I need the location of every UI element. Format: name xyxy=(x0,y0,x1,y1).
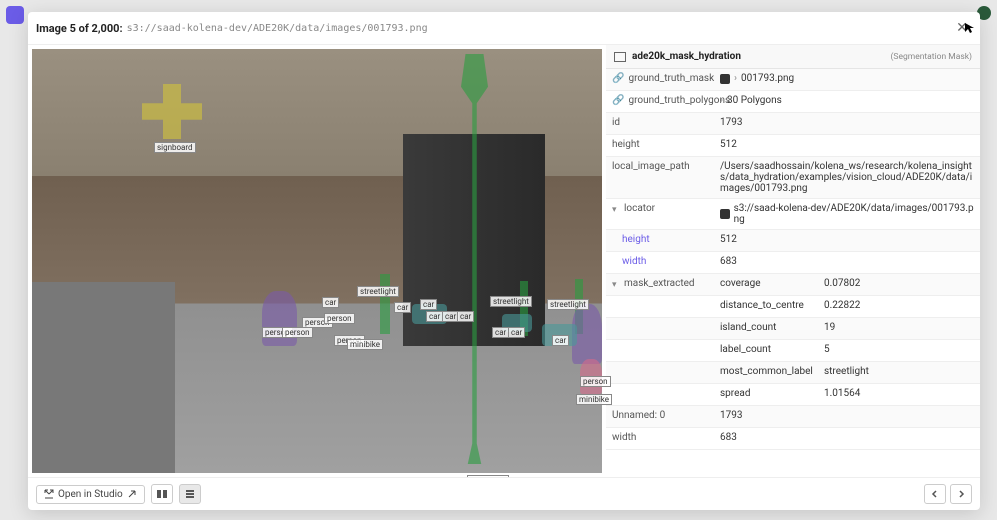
modal-footer: Open in Studio xyxy=(28,477,980,510)
ann-person-4: person xyxy=(324,313,355,324)
prev-button[interactable] xyxy=(924,484,946,504)
nav-buttons xyxy=(924,484,972,504)
row-unnamed: Unnamed: 01793 xyxy=(606,406,980,428)
image-path: s3://saad-kolena-dev/ADE20K/data/images/… xyxy=(127,23,428,34)
mask-type-tag: (Segmentation Mask) xyxy=(891,52,973,62)
row-locator-width: width683 xyxy=(606,252,980,274)
link-icon: 🔗 xyxy=(612,95,624,106)
modal-header: Image 5 of 2,000: s3://saad-kolena-dev/A… xyxy=(28,12,980,45)
ann-minibike-2: minibike xyxy=(576,394,612,405)
arrow-icon xyxy=(127,489,137,499)
row-width: width683 xyxy=(606,428,980,450)
image-detail-modal: Image 5 of 2,000: s3://saad-kolena-dev/A… xyxy=(28,12,980,510)
ann-car-4: car xyxy=(426,311,443,322)
ann-person-6: person xyxy=(580,376,611,387)
ann-person-2: person xyxy=(282,327,313,338)
row-mask-extracted[interactable]: ▾mask_extracted coverage0.07802 xyxy=(606,274,980,296)
ann-streetlight-1: streetlight xyxy=(357,286,399,297)
details-panel: ade20k_mask_hydration (Segmentation Mask… xyxy=(606,45,980,477)
caret-down-icon[interactable]: ▾ xyxy=(612,205,620,213)
open-in-studio-button[interactable]: Open in Studio xyxy=(36,485,145,504)
row-ground-truth-polygons: 🔗ground_truth_polygons ›30 Polygons xyxy=(606,91,980,113)
ann-signboard: signboard xyxy=(154,142,196,153)
row-ground-truth-mask: 🔗ground_truth_mask ›001793.png xyxy=(606,69,980,91)
row-height: height512 xyxy=(606,135,980,157)
s3-icon xyxy=(720,74,730,84)
modal-body: signboard streetlight streetlight street… xyxy=(28,45,980,477)
ann-car-3: car xyxy=(420,299,437,310)
s3-icon xyxy=(720,209,730,219)
caret-down-icon[interactable]: ▾ xyxy=(612,280,620,288)
row-label-count: label_count5 xyxy=(606,340,980,362)
next-button[interactable] xyxy=(950,484,972,504)
ann-car-2: car xyxy=(394,302,411,313)
close-button[interactable]: ✕ xyxy=(952,18,972,38)
mask-title: ade20k_mask_hydration xyxy=(632,51,741,62)
image-icon xyxy=(614,52,626,62)
ann-car-8: car xyxy=(508,327,525,338)
link-icon: 🔗 xyxy=(612,73,624,84)
mouse-cursor-icon xyxy=(964,22,976,34)
ann-minibike-1: minibike xyxy=(347,339,383,350)
row-locator[interactable]: ▾locator s3://saad-kolena-dev/ADE20K/dat… xyxy=(606,199,980,230)
ann-streetlight-4: streetlight xyxy=(467,475,509,477)
seg-streetlight-2 xyxy=(380,274,390,334)
ann-car-1: car xyxy=(322,297,339,308)
row-spread: spread1.01564 xyxy=(606,384,980,406)
row-id: id1793 xyxy=(606,113,980,135)
list-view-button[interactable] xyxy=(179,484,201,504)
ann-car-9: car xyxy=(552,335,569,346)
image-viewer[interactable]: signboard streetlight streetlight street… xyxy=(32,49,602,473)
details-header: ade20k_mask_hydration (Segmentation Mask… xyxy=(606,45,980,69)
chevron-right-icon: › xyxy=(720,95,723,106)
ann-streetlight-2: streetlight xyxy=(490,296,532,307)
row-island-count: island_count19 xyxy=(606,318,980,340)
chevron-right-icon: › xyxy=(734,73,737,84)
ann-car-6: car xyxy=(457,311,474,322)
app-logo xyxy=(6,6,24,24)
split-view-button[interactable] xyxy=(151,484,173,504)
row-most-common-label: most_common_labelstreetlight xyxy=(606,362,980,384)
row-locator-height: height512 xyxy=(606,230,980,252)
ann-car-7: car xyxy=(492,327,509,338)
row-local-image-path: local_image_path/Users/saadhossain/kolen… xyxy=(606,157,980,199)
image-index-title: Image 5 of 2,000: xyxy=(36,22,123,35)
ann-streetlight-3: streetlight xyxy=(547,299,589,310)
external-link-icon xyxy=(44,489,54,499)
image-content xyxy=(32,49,602,473)
row-distance-to-centre: distance_to_centre0.22822 xyxy=(606,296,980,318)
